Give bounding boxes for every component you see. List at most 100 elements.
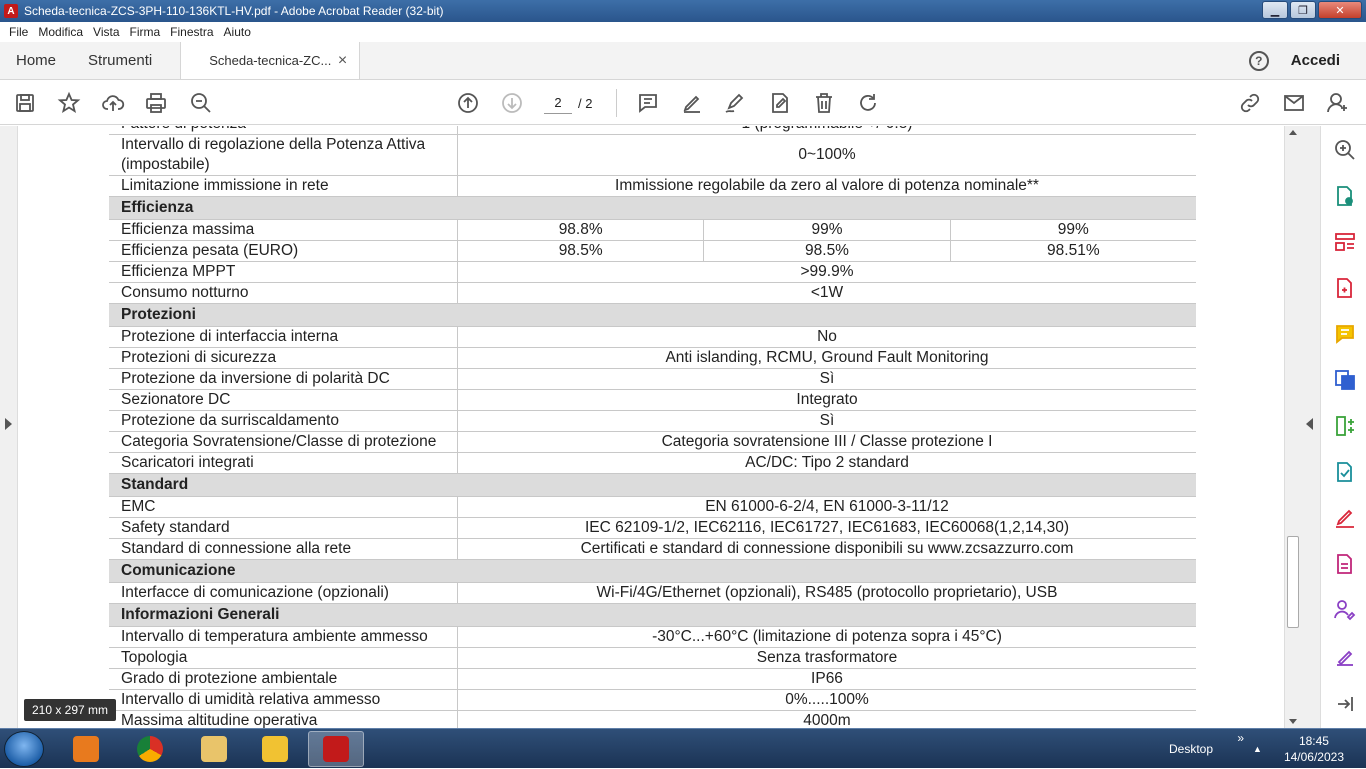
right-panel-toggle[interactable]	[1300, 126, 1320, 728]
tab-tools[interactable]: Strumenti	[72, 42, 168, 79]
collapse-right-icon	[1306, 418, 1313, 430]
maximize-button[interactable]: ❐	[1290, 1, 1316, 19]
table-row: Consumo notturno <1W	[109, 283, 1196, 304]
table-row: Limitazione immissione in rete Immission…	[109, 176, 1196, 197]
table-row: Efficienza massima 98.8% 99% 99%	[109, 220, 1196, 241]
folder-icon	[201, 736, 227, 762]
more-tools-icon[interactable]	[1333, 644, 1357, 668]
table-row: Fattore di potenza 1 (programmabile +/-0…	[109, 126, 1196, 135]
window-titlebar: A Scheda-tecnica-ZCS-3PH-110-136KTL-HV.p…	[0, 0, 1366, 22]
desktop-toolbar[interactable]: Desktop	[1169, 742, 1213, 756]
next-page-icon[interactable]	[499, 91, 525, 115]
scroll-down-icon[interactable]	[1289, 719, 1297, 724]
scroll-up-icon[interactable]	[1289, 130, 1297, 135]
table-row: Safety standard IEC 62109-1/2, IEC62116, …	[109, 518, 1196, 539]
save-icon[interactable]	[12, 91, 38, 115]
media-player-icon	[73, 736, 99, 762]
envelope-icon	[262, 736, 288, 762]
table-row: Scaricatori integrati AC/DC: Tipo 2 stand…	[109, 453, 1196, 474]
share-link-icon[interactable]	[1237, 91, 1263, 115]
toolbar-expand-icon[interactable]: »	[1237, 731, 1244, 745]
left-panel-toggle[interactable]	[0, 126, 18, 728]
acrobat-taskbar-icon	[323, 736, 349, 762]
email-icon[interactable]	[1281, 91, 1307, 115]
table-row: Grado di protezione ambientale IP66	[109, 669, 1196, 690]
scroll-thumb[interactable]	[1287, 536, 1299, 628]
previous-page-icon[interactable]	[455, 91, 481, 115]
table-row: Massima altitudine operativa 4000m	[109, 711, 1196, 728]
send-for-review-icon[interactable]	[1333, 460, 1357, 484]
request-signature-icon[interactable]	[1333, 598, 1357, 622]
trash-icon[interactable]	[811, 91, 837, 115]
table-row: Efficienza pesata (EURO) 98.5% 98.5% 98.…	[109, 241, 1196, 262]
collapse-panel-icon[interactable]	[1333, 692, 1357, 716]
upload-cloud-icon[interactable]	[100, 91, 126, 115]
menu-bar: File Modifica Vista Firma Finestra Aiuto	[0, 22, 1366, 42]
compress-pdf-icon[interactable]	[1333, 414, 1357, 438]
zoom-icon[interactable]	[1333, 138, 1357, 162]
outlook-taskbar[interactable]	[247, 731, 303, 767]
tab-home[interactable]: Home	[0, 42, 72, 79]
page-total: / 2	[578, 95, 593, 111]
add-user-icon[interactable]	[1325, 91, 1351, 115]
menu-aiuto[interactable]: Aiuto	[219, 25, 256, 39]
fill-sign-icon[interactable]	[1333, 506, 1357, 530]
menu-firma[interactable]: Firma	[125, 25, 166, 39]
acrobat-taskbar[interactable]	[308, 731, 364, 767]
vertical-scrollbar[interactable]	[1284, 126, 1300, 728]
pdf-page: Fattore di potenza 1 (programmabile +/-0…	[109, 126, 1196, 728]
section-header: Comunicazione	[109, 560, 1196, 583]
close-tab-icon[interactable]: ×	[338, 52, 347, 70]
combine-files-icon[interactable]	[1333, 368, 1357, 392]
zoom-out-icon[interactable]	[188, 91, 214, 115]
document-viewer[interactable]: Fattore di potenza 1 (programmabile +/-0…	[0, 126, 1320, 728]
system-tray: Desktop » ▲ 18:45 14/06/2023	[1169, 729, 1366, 769]
bookmark-star-icon[interactable]	[56, 91, 82, 115]
table-row: Intervallo di regolazione della Potenza …	[109, 135, 1196, 176]
menu-modifica[interactable]: Modifica	[33, 25, 88, 39]
section-header: Efficienza	[109, 197, 1196, 220]
chrome-taskbar[interactable]	[122, 731, 178, 767]
explorer-taskbar[interactable]	[186, 731, 242, 767]
tray-arrow-icon[interactable]: ▲	[1253, 744, 1262, 754]
print-icon[interactable]	[143, 91, 169, 115]
table-row: Standard di connessione alla rete Certifi…	[109, 539, 1196, 560]
comment-icon[interactable]	[635, 91, 661, 115]
signin-link[interactable]: Accedi	[1291, 52, 1340, 69]
signature-icon[interactable]	[722, 91, 748, 115]
media-player-taskbar[interactable]	[58, 731, 114, 767]
section-header: Informazioni Generali	[109, 604, 1196, 627]
edit-document-icon[interactable]	[767, 91, 793, 115]
create-pdf-icon[interactable]	[1333, 276, 1357, 300]
table-row: Protezione da surriscaldamento Sì	[109, 411, 1196, 432]
chrome-icon	[137, 736, 163, 762]
clock-date: 14/06/2023	[1283, 750, 1344, 764]
protect-pdf-icon[interactable]	[1333, 552, 1357, 576]
table-row: Protezioni di sicurezza Anti islanding, R…	[109, 348, 1196, 369]
table-row: Topologia Senza trasformatore	[109, 648, 1196, 669]
clock[interactable]: 18:45 14/06/2023	[1284, 733, 1344, 765]
clock-time: 18:45	[1298, 734, 1329, 748]
menu-file[interactable]: File	[4, 25, 33, 39]
expand-left-icon	[5, 418, 12, 430]
tab-document[interactable]: Scheda-tecnica-ZC... ×	[180, 42, 361, 79]
close-window-button[interactable]: ✕	[1318, 1, 1362, 19]
table-row: EMC EN 61000-6-2/4, EN 61000-3-11/12	[109, 497, 1196, 518]
page-number-input[interactable]: 2	[544, 92, 572, 114]
page-size-tooltip: 210 x 297 mm	[24, 699, 116, 721]
organize-pages-icon[interactable]	[1333, 230, 1357, 254]
rotate-icon[interactable]	[855, 91, 881, 115]
tab-bar: Home Strumenti Scheda-tecnica-ZC... × ? …	[0, 42, 1366, 80]
minimize-button[interactable]: ▁	[1262, 1, 1288, 19]
menu-vista[interactable]: Vista	[88, 25, 124, 39]
section-header: Protezioni	[109, 304, 1196, 327]
table-row: Protezione di interfaccia interna No	[109, 327, 1196, 348]
table-row: Interfacce di comunicazione (opzionali) W…	[109, 583, 1196, 604]
windows-start-button[interactable]	[4, 731, 44, 767]
export-pdf-icon[interactable]	[1333, 184, 1357, 208]
highlight-pen-icon[interactable]	[679, 91, 705, 115]
table-row: Intervallo di temperatura ambiente ammes…	[109, 627, 1196, 648]
help-icon[interactable]: ?	[1248, 50, 1269, 71]
menu-finestra[interactable]: Finestra	[165, 25, 218, 39]
comment-tool-icon[interactable]	[1333, 322, 1357, 346]
